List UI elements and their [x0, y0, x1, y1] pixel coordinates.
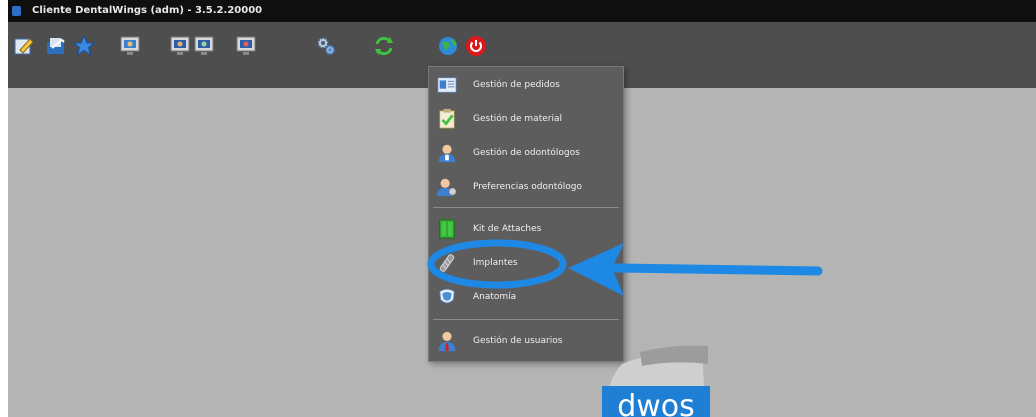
dwos-logo: dwos [602, 345, 710, 417]
monitor-icon[interactable] [168, 34, 192, 58]
menu-item-preferencias-odontologo[interactable]: Preferencias odontólogo [429, 171, 623, 203]
title-bar: Cliente DentalWings (adm) - 3.5.2.20000 [8, 0, 1036, 22]
dentist-icon [435, 141, 459, 165]
window-title: Cliente DentalWings (adm) - 3.5.2.20000 [32, 5, 263, 16]
app-icon [12, 6, 21, 16]
attachments-kit-icon [435, 217, 459, 241]
gears-icon[interactable] [314, 34, 338, 58]
menu-item-label: Anatomía [473, 292, 517, 302]
power-icon[interactable] [464, 34, 488, 58]
menu-item-label: Kit de Attaches [473, 224, 542, 234]
menu-item-label: Implantes [473, 258, 518, 268]
menu-separator [433, 319, 619, 320]
globe-icon[interactable] [436, 34, 460, 58]
menu-item-gestion-odontologos[interactable]: Gestión de odontólogos [429, 137, 623, 169]
dentist-preferences-icon [435, 175, 459, 199]
tools-dropdown-menu: Gestión de pedidos Gestión de material G… [428, 66, 624, 362]
menu-item-gestion-usuarios[interactable]: Gestión de usuarios [429, 325, 623, 357]
logo-text: dwos [617, 389, 695, 417]
menu-item-label: Preferencias odontólogo [473, 182, 582, 192]
implant-icon [435, 251, 459, 275]
users-icon [435, 329, 459, 353]
anatomy-icon [435, 285, 459, 309]
orders-icon [435, 73, 459, 97]
monitor-icon[interactable] [234, 34, 258, 58]
sync-icon[interactable] [372, 34, 396, 58]
menu-item-label: Gestión de usuarios [473, 336, 563, 346]
menu-item-anatomia[interactable]: Anatomía [429, 281, 623, 313]
open-folder-icon[interactable] [44, 34, 68, 58]
monitor-icon[interactable] [192, 34, 216, 58]
edit-icon[interactable] [12, 34, 36, 58]
menu-separator [433, 207, 619, 208]
menu-item-implantes[interactable]: Implantes [429, 247, 623, 279]
material-icon [435, 107, 459, 131]
menu-item-gestion-material[interactable]: Gestión de material [429, 103, 623, 135]
menu-item-label: Gestión de odontólogos [473, 148, 580, 158]
star-icon[interactable] [72, 34, 96, 58]
menu-item-kit-attaches[interactable]: Kit de Attaches [429, 213, 623, 245]
menu-item-gestion-pedidos[interactable]: Gestión de pedidos [429, 69, 623, 101]
scan-monitor-icon[interactable] [118, 34, 142, 58]
menu-item-label: Gestión de material [473, 114, 562, 124]
menu-item-label: Gestión de pedidos [473, 80, 560, 90]
